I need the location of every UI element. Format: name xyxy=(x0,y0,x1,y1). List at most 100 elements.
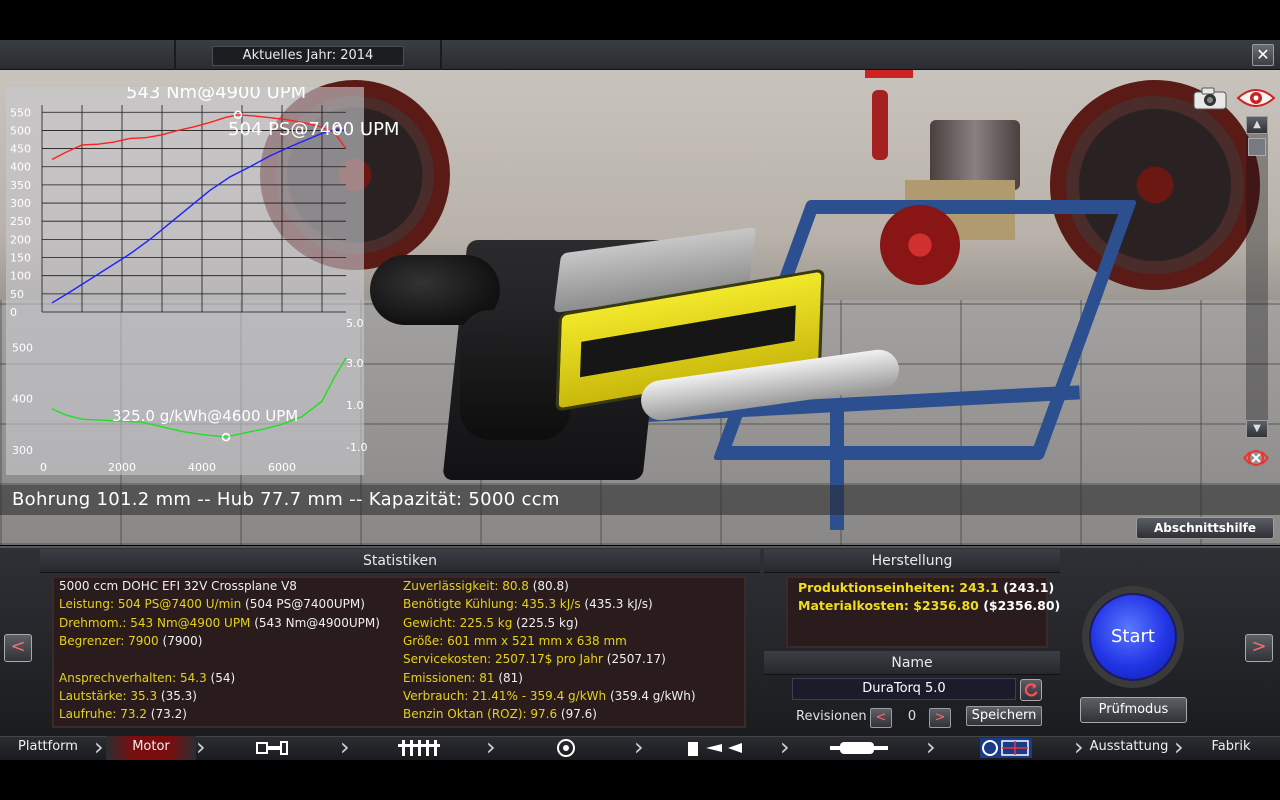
stat-label: Emissionen: 81 xyxy=(403,670,495,685)
y-tick-label: 150 xyxy=(10,252,31,265)
next-section-button[interactable]: > xyxy=(1245,634,1273,662)
stat-row: Zuverlässigkeit: 80.8 (80.8) xyxy=(403,579,569,593)
nav-item-dyno-icon[interactable] xyxy=(980,738,1032,758)
camera-icon[interactable] xyxy=(1192,86,1228,110)
top-bar-divider xyxy=(174,40,176,70)
dyno-chart: 550500450400350300250200150100500543 Nm@… xyxy=(6,87,399,475)
y-tick-label: 500 xyxy=(12,341,33,354)
nav-item-gearbox-icon[interactable] xyxy=(255,738,291,758)
stat-row: Lautstärke: 35.3 (35.3) xyxy=(59,689,197,703)
stat-label: Gewicht: 225.5 kg xyxy=(403,615,513,630)
chart-bg-bottom xyxy=(6,323,364,475)
scroll-down-button[interactable]: ▼ xyxy=(1246,420,1268,438)
nav-item-plattform[interactable]: Plattform xyxy=(0,736,96,760)
scroll-thumb[interactable] xyxy=(1248,138,1266,156)
wall-sign xyxy=(865,70,913,78)
stat-row: Begrenzer: 7900 (7900) xyxy=(59,634,202,648)
zoom-scrollbar[interactable]: ▲ ▼ xyxy=(1246,116,1268,438)
stat-label: Größe: 601 mm x 521 mm x 638 mm xyxy=(403,633,627,648)
nav-item-motor[interactable]: Motor xyxy=(106,736,196,760)
stat-label: Verbrauch: 21.41% - 359.4 g/kWh xyxy=(403,688,607,703)
stat-label: Benötigte Kühlung: 435.3 kJ/s xyxy=(403,597,581,612)
eye-icon[interactable] xyxy=(1236,86,1276,110)
chevron-right-icon: › xyxy=(926,733,936,761)
top-bar xyxy=(0,40,1280,70)
chevron-right-icon: › xyxy=(1174,733,1184,761)
production-box: Produktionseinheiten: 243.1 (243.1) Mate… xyxy=(786,576,1060,648)
nav-item-fuel-icon[interactable] xyxy=(686,738,746,758)
y-tick-label: 50 xyxy=(10,288,24,301)
power-peak-label: 504 PS@7400 UPM xyxy=(228,119,399,140)
x-tick-label: 2000 xyxy=(108,461,136,474)
consumption-min-label: 325.0 g/kWh@4600 UPM xyxy=(112,407,298,425)
stat-row: Benötigte Kühlung: 435.3 kJ/s (435.3 kJ/… xyxy=(403,597,653,611)
stat-row: Ansprechverhalten: 54.3 (54) xyxy=(59,671,235,685)
nav-item-fabrik[interactable]: Fabrik xyxy=(1188,736,1274,760)
material-cost-label: Materialkosten: $2356.80 xyxy=(798,598,979,613)
stat-value: (81) xyxy=(494,670,523,685)
stat-label: 5000 ccm DOHC EFI 32V Crossplane V8 xyxy=(59,579,297,593)
production-title: Herstellung xyxy=(764,549,1060,573)
test-mode-button[interactable]: Prüfmodus xyxy=(1080,697,1187,723)
target-icon[interactable] xyxy=(1240,444,1272,472)
previous-section-button[interactable]: < xyxy=(4,634,32,662)
chevron-right-icon: › xyxy=(780,733,790,761)
dyno-chart-panel: 550 500 450 400 350 300 250 200 150 100 50 0 543 Nm@… xyxy=(6,87,399,475)
fire-extinguisher xyxy=(872,90,888,160)
stat-row: Emissionen: 81 (81) xyxy=(403,671,523,685)
stat-label: Ansprechverhalten: 54.3 xyxy=(59,670,207,685)
close-button[interactable]: ✕ xyxy=(1252,44,1274,66)
stat-label: Benzin Oktan (ROZ): 97.6 xyxy=(403,707,558,722)
save-button[interactable]: Speichern xyxy=(966,706,1042,726)
nav-item-turbo-icon[interactable] xyxy=(552,738,580,758)
scroll-up-button[interactable]: ▲ xyxy=(1246,116,1268,134)
stat-row: Leistung: 504 PS@7400 U/min (504 PS@7400… xyxy=(59,597,365,611)
production-units-value: (243.1) xyxy=(1003,580,1055,595)
chevron-right-icon: › xyxy=(486,733,496,761)
y2-tick-label: 5.0 xyxy=(346,317,364,330)
stat-row: Gewicht: 225.5 kg (225.5 kg) xyxy=(403,616,578,630)
dyno-flywheel xyxy=(880,205,960,285)
revision-next-button[interactable]: > xyxy=(929,708,951,728)
stat-value: (435.3 kJ/s) xyxy=(580,597,653,612)
current-year-label: Aktuelles Jahr: 2014 xyxy=(212,46,404,66)
stat-label: Drehmom.: 543 Nm@4900 UPM xyxy=(59,615,251,630)
stat-row: Laufruhe: 73.2 (73.2) xyxy=(59,707,187,721)
revision-prev-button[interactable]: < xyxy=(870,708,892,728)
y-tick-label: 300 xyxy=(12,444,33,457)
bore-stroke-capacity: Bohrung 101.2 mm -- Hub 77.7 mm -- Kapaz… xyxy=(12,489,560,510)
y-tick-label: 350 xyxy=(10,179,31,192)
stats-title: Statistiken xyxy=(40,549,760,573)
y-tick-label: 400 xyxy=(10,161,31,174)
material-cost: Materialkosten: $2356.80 ($2356.80) xyxy=(798,598,1060,613)
stat-label: Laufruhe: 73.2 xyxy=(59,707,147,722)
y-tick-label: 400 xyxy=(12,393,33,406)
y-tick-label: 500 xyxy=(10,124,31,137)
chevron-right-icon: › xyxy=(634,733,644,761)
stat-value: (54) xyxy=(206,670,236,685)
stat-value: (7900) xyxy=(158,633,203,648)
stat-label: Servicekosten: 2507.17$ pro Jahr xyxy=(403,652,603,667)
x-tick-label: 6000 xyxy=(268,461,296,474)
stat-value: (73.2) xyxy=(146,707,187,722)
stat-value: (504 PS@7400UPM) xyxy=(241,597,365,612)
stat-value: (543 Nm@4900UPM) xyxy=(250,615,380,630)
nav-item-crankshaft-icon[interactable] xyxy=(396,738,442,758)
section-help-button[interactable]: Abschnittshilfe xyxy=(1136,517,1274,539)
revisions-label: Revisionen xyxy=(796,709,867,724)
material-cost-value: ($2356.80) xyxy=(983,598,1061,613)
nav-item-ausstattung[interactable]: Ausstattung xyxy=(1086,736,1172,760)
engine-name-input[interactable]: DuraTorq 5.0 xyxy=(792,678,1016,700)
stat-label: Begrenzer: 7900 xyxy=(59,633,159,648)
refresh-icon[interactable] xyxy=(1020,679,1042,701)
stat-row: Größe: 601 mm x 521 mm x 638 mm xyxy=(403,634,627,648)
torque-peak-label: 543 Nm@4900 UPM xyxy=(126,87,306,103)
nav-item-exhaust-icon[interactable] xyxy=(828,738,890,758)
stat-value: (359.4 g/kWh) xyxy=(606,688,696,703)
stat-value: (97.6) xyxy=(557,707,597,722)
revision-value: 0 xyxy=(907,709,917,724)
stat-value: (2507.17) xyxy=(602,652,666,667)
stat-value: (80.8) xyxy=(528,579,569,593)
start-button[interactable]: Start xyxy=(1089,593,1177,681)
x-tick-label: 4000 xyxy=(188,461,216,474)
